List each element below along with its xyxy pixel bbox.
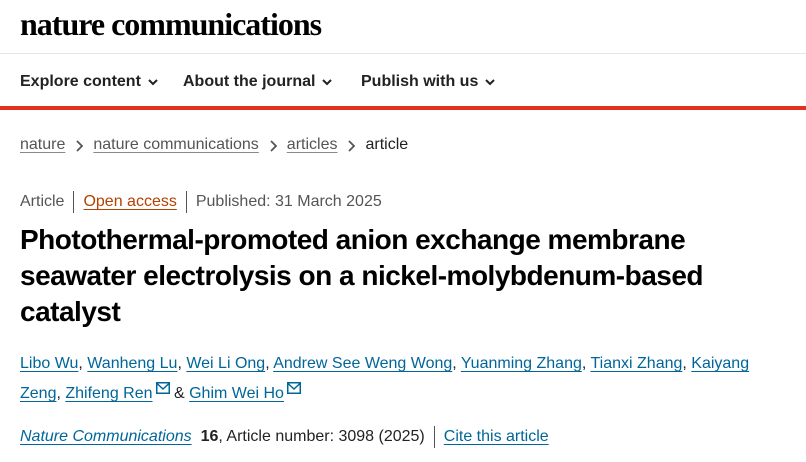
site-logo[interactable]: nature communications xyxy=(20,6,322,43)
article-title: Photothermal-promoted anion exchange mem… xyxy=(20,224,704,327)
site-header: nature communications xyxy=(0,0,806,54)
volume-number: 16 xyxy=(200,428,219,445)
author-link[interactable]: Ghim Wei Ho xyxy=(189,385,284,402)
open-access-link[interactable]: Open access xyxy=(83,193,176,211)
nav-about-journal-label: About the journal xyxy=(183,73,316,90)
author-separator: , xyxy=(452,355,461,372)
author-link[interactable]: Wanheng Lu xyxy=(87,355,177,372)
breadcrumb-nature[interactable]: nature xyxy=(20,136,65,154)
citation-line: Nature Communications 16 , Article numbe… xyxy=(20,426,549,448)
breadcrumb: nature nature communications articles ar… xyxy=(20,136,408,154)
mail-icon[interactable] xyxy=(286,382,301,394)
breadcrumb-articles[interactable]: articles xyxy=(287,136,338,154)
nav-about-journal[interactable]: About the journal xyxy=(183,73,333,91)
nav-explore-content[interactable]: Explore content xyxy=(20,73,158,91)
author-separator: , xyxy=(78,355,88,372)
author-link[interactable]: Tianxi Zhang xyxy=(590,355,682,372)
divider xyxy=(433,426,435,448)
chevron-right-icon xyxy=(75,139,84,152)
chevron-down-icon xyxy=(148,77,158,87)
divider xyxy=(185,191,187,213)
author-separator: , xyxy=(682,355,692,372)
article-number: , Article number: 3098 (2025) xyxy=(218,428,425,445)
article-meta: Article Open access Published: 31 March … xyxy=(20,191,382,213)
chevron-right-icon xyxy=(269,139,278,152)
nav-explore-content-label: Explore content xyxy=(20,73,141,90)
published-date: Published: 31 March 2025 xyxy=(195,193,382,210)
author-separator: & xyxy=(169,385,190,402)
author-list: Libo Wu, Wanheng Lu, Wei Li Ong, Andrew … xyxy=(20,349,790,409)
author-link[interactable]: Wei Li Ong xyxy=(186,355,265,372)
journal-link[interactable]: Nature Communications xyxy=(20,428,192,446)
chevron-right-icon xyxy=(347,139,356,152)
breadcrumb-nature-communications[interactable]: nature communications xyxy=(93,136,258,154)
divider xyxy=(73,191,75,213)
main-nav: Explore content About the journal Publis… xyxy=(0,54,806,110)
mail-icon[interactable] xyxy=(155,382,170,394)
cite-this-article-link[interactable]: Cite this article xyxy=(444,428,549,446)
nav-publish-with-us[interactable]: Publish with us xyxy=(361,73,496,91)
author-link[interactable]: Andrew See Weng Wong xyxy=(273,355,452,372)
author-link[interactable]: Zhifeng Ren xyxy=(65,385,152,402)
breadcrumb-current: article xyxy=(365,136,409,153)
chevron-down-icon xyxy=(322,77,333,87)
author-link[interactable]: Libo Wu xyxy=(20,355,78,372)
article-type: Article xyxy=(20,193,65,210)
chevron-down-icon xyxy=(485,77,496,87)
nav-publish-with-us-label: Publish with us xyxy=(361,73,479,90)
author-separator: , xyxy=(265,355,274,372)
author-link[interactable]: Yuanming Zhang xyxy=(461,355,582,372)
author-separator: , xyxy=(177,355,187,372)
